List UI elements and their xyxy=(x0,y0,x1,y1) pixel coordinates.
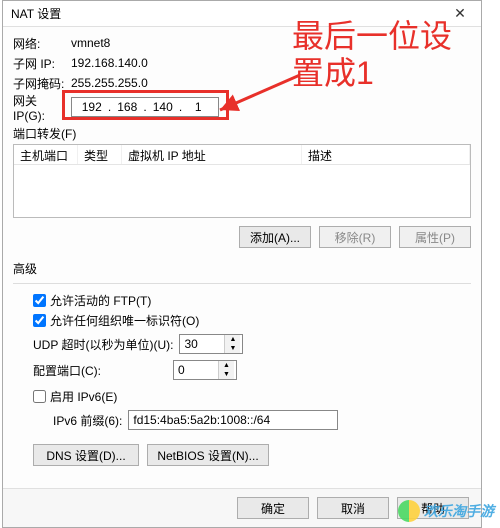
config-port-row: 配置端口(C): ▲ ▼ xyxy=(33,358,471,382)
dialog-footer: 确定 取消 帮助 xyxy=(3,488,481,527)
network-value: vmnet8 xyxy=(71,36,110,50)
subnet-mask-row: 子网掩码: 255.255.255.0 xyxy=(13,73,471,93)
network-label: 网络: xyxy=(13,35,71,52)
enable-ipv6-checkbox[interactable] xyxy=(33,390,46,403)
gateway-row: 网关 IP(G): 192 . 168 . 140 . 1 xyxy=(13,95,471,119)
remove-button: 移除(R) xyxy=(319,226,391,248)
ipv6-prefix-label: IPv6 前缀(6): xyxy=(53,412,122,429)
udp-timeout-label: UDP 超时(以秒为单位)(U): xyxy=(33,336,173,353)
gateway-octet-2[interactable]: 168 xyxy=(112,100,144,114)
titlebar: NAT 设置 ✕ xyxy=(3,1,481,27)
gateway-ip-input[interactable]: 192 . 168 . 140 . 1 xyxy=(71,97,219,117)
config-port-label: 配置端口(C): xyxy=(33,362,167,379)
dns-settings-button[interactable]: DNS 设置(D)... xyxy=(33,444,139,466)
divider xyxy=(13,283,471,284)
window-title: NAT 设置 xyxy=(11,5,447,22)
allow-any-oui-label: 允许任何组织唯一标识符(O) xyxy=(50,312,199,329)
port-forward-heading: 端口转发(F) xyxy=(13,125,471,142)
port-forward-list[interactable]: 主机端口 类型 虚拟机 IP 地址 描述 xyxy=(13,144,471,218)
nat-settings-dialog: NAT 设置 ✕ 网络: vmnet8 子网 IP: 192.168.140.0… xyxy=(2,0,482,528)
netbios-settings-button[interactable]: NetBIOS 设置(N)... xyxy=(147,444,269,466)
col-host-port[interactable]: 主机端口 xyxy=(14,145,78,164)
ok-button[interactable]: 确定 xyxy=(237,497,309,519)
udp-timeout-input[interactable] xyxy=(180,335,224,353)
col-vm-ip[interactable]: 虚拟机 IP 地址 xyxy=(122,145,302,164)
properties-button: 属性(P) xyxy=(399,226,471,248)
advanced-heading: 高级 xyxy=(13,260,471,277)
port-forward-buttons: 添加(A)... 移除(R) 属性(P) xyxy=(13,226,471,248)
spin-up-icon[interactable]: ▲ xyxy=(219,361,234,370)
udp-timeout-row: UDP 超时(以秒为单位)(U): ▲ ▼ xyxy=(33,332,471,356)
dns-netbios-row: DNS 设置(D)... NetBIOS 设置(N)... xyxy=(33,444,471,466)
add-button[interactable]: 添加(A)... xyxy=(239,226,311,248)
udp-timeout-spinner[interactable]: ▲ ▼ xyxy=(179,334,243,354)
allow-active-ftp-checkbox[interactable] xyxy=(33,294,46,307)
network-row: 网络: vmnet8 xyxy=(13,33,471,53)
help-button[interactable]: 帮助 xyxy=(397,497,469,519)
config-port-spinner[interactable]: ▲ ▼ xyxy=(173,360,237,380)
enable-ipv6-label: 启用 IPv6(E) xyxy=(50,388,117,405)
allow-any-oui-row: 允许任何组织唯一标识符(O) xyxy=(33,310,471,330)
cancel-button[interactable]: 取消 xyxy=(317,497,389,519)
gateway-octet-3[interactable]: 140 xyxy=(147,100,179,114)
allow-active-ftp-label: 允许活动的 FTP(T) xyxy=(50,292,151,309)
spin-down-icon[interactable]: ▼ xyxy=(225,344,240,353)
close-icon[interactable]: ✕ xyxy=(447,1,473,27)
enable-ipv6-row: 启用 IPv6(E) xyxy=(33,386,471,406)
subnet-mask-value: 255.255.255.0 xyxy=(71,76,148,90)
content-area: 网络: vmnet8 子网 IP: 192.168.140.0 子网掩码: 25… xyxy=(3,27,481,488)
port-forward-header: 主机端口 类型 虚拟机 IP 地址 描述 xyxy=(14,145,470,165)
ipv6-prefix-row: IPv6 前缀(6): xyxy=(53,408,471,432)
col-type[interactable]: 类型 xyxy=(78,145,122,164)
gateway-label: 网关 IP(G): xyxy=(13,92,71,123)
gateway-octet-4[interactable]: 1 xyxy=(183,100,215,114)
config-port-input[interactable] xyxy=(174,361,218,379)
col-desc[interactable]: 描述 xyxy=(302,145,470,164)
allow-any-oui-checkbox[interactable] xyxy=(33,314,46,327)
subnet-ip-label: 子网 IP: xyxy=(13,55,71,72)
allow-active-ftp-row: 允许活动的 FTP(T) xyxy=(33,290,471,310)
subnet-ip-value: 192.168.140.0 xyxy=(71,56,148,70)
subnet-ip-row: 子网 IP: 192.168.140.0 xyxy=(13,53,471,73)
spin-up-icon[interactable]: ▲ xyxy=(225,335,240,344)
gateway-octet-1[interactable]: 192 xyxy=(76,100,108,114)
ipv6-prefix-input[interactable] xyxy=(128,410,338,430)
spin-down-icon[interactable]: ▼ xyxy=(219,370,234,379)
subnet-mask-label: 子网掩码: xyxy=(13,75,71,92)
